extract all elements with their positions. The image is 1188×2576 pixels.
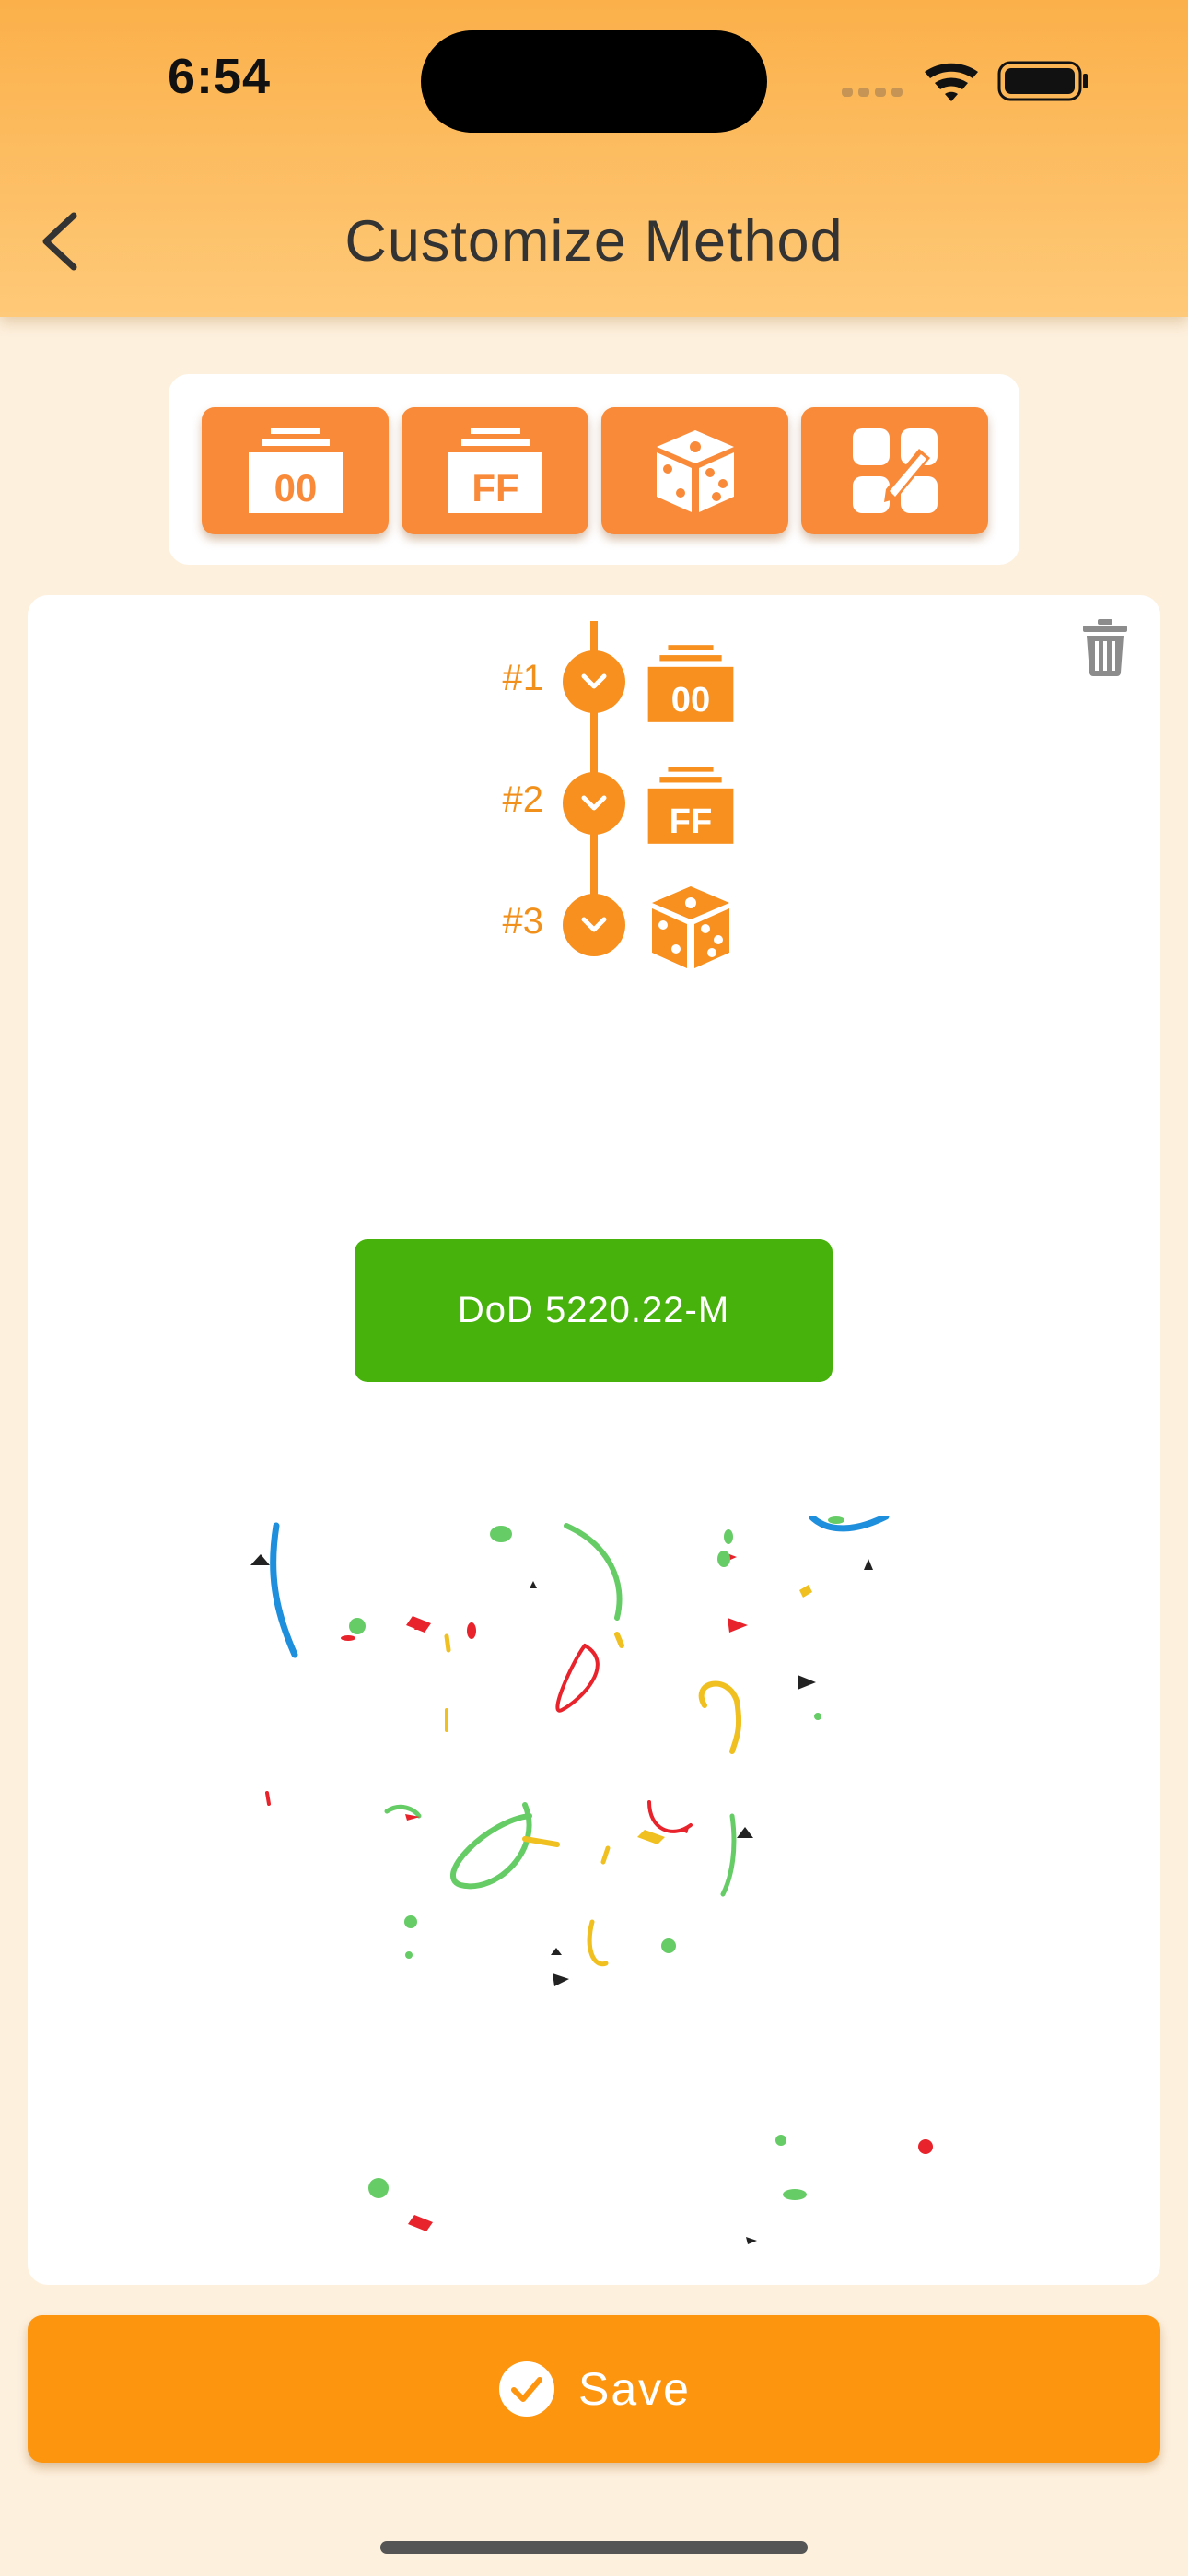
chevron-down-icon bbox=[581, 673, 607, 689]
signal-icon bbox=[842, 88, 903, 97]
svg-text:00: 00 bbox=[671, 680, 710, 720]
step-number: #1 bbox=[502, 658, 544, 698]
svg-text:00: 00 bbox=[274, 466, 317, 509]
dice-random-icon bbox=[652, 886, 729, 968]
add-custom-pattern-button[interactable] bbox=[801, 407, 988, 534]
battery-icon bbox=[997, 61, 1088, 101]
step-number: #3 bbox=[502, 901, 544, 942]
home-indicator bbox=[380, 2541, 808, 2554]
method-toolbar: 00 FF bbox=[169, 374, 1019, 565]
pass-timeline: #1 00 #2 FF #3 bbox=[28, 595, 1160, 982]
add-zero-fill-button[interactable]: 00 bbox=[202, 407, 389, 534]
add-ff-fill-button[interactable]: FF bbox=[402, 407, 588, 534]
confetti-animation bbox=[250, 1516, 933, 2244]
custom-pattern-icon bbox=[852, 428, 938, 513]
save-button[interactable]: Save bbox=[28, 2315, 1160, 2463]
dice-random-icon bbox=[656, 430, 734, 512]
add-random-button[interactable] bbox=[601, 407, 788, 534]
ff-fill-icon: FF bbox=[647, 767, 734, 844]
chevron-down-icon bbox=[581, 917, 607, 932]
step-toggle-button[interactable] bbox=[563, 650, 625, 713]
zero-fill-icon: 00 bbox=[248, 428, 343, 513]
ff-fill-icon: FF bbox=[448, 428, 542, 513]
svg-text:FF: FF bbox=[670, 802, 713, 841]
save-label: Save bbox=[578, 2363, 691, 2415]
wifi-icon bbox=[925, 63, 978, 101]
method-card: #1 00 #2 FF #3 DoD 5220.22-M bbox=[28, 595, 1160, 2285]
step-toggle-button[interactable] bbox=[563, 894, 625, 956]
checkmark-circle-icon bbox=[499, 2361, 555, 2417]
chevron-down-icon bbox=[581, 795, 607, 811]
header: 6:54 Customize Method bbox=[0, 0, 1188, 317]
svg-text:FF: FF bbox=[472, 466, 518, 509]
step-toggle-button[interactable] bbox=[563, 772, 625, 835]
page-title: Customize Method bbox=[344, 209, 844, 274]
zero-fill-icon: 00 bbox=[647, 645, 734, 722]
step-number: #2 bbox=[502, 779, 544, 820]
method-name-button[interactable]: DoD 5220.22-M bbox=[355, 1239, 833, 1382]
status-icons bbox=[842, 61, 1088, 101]
